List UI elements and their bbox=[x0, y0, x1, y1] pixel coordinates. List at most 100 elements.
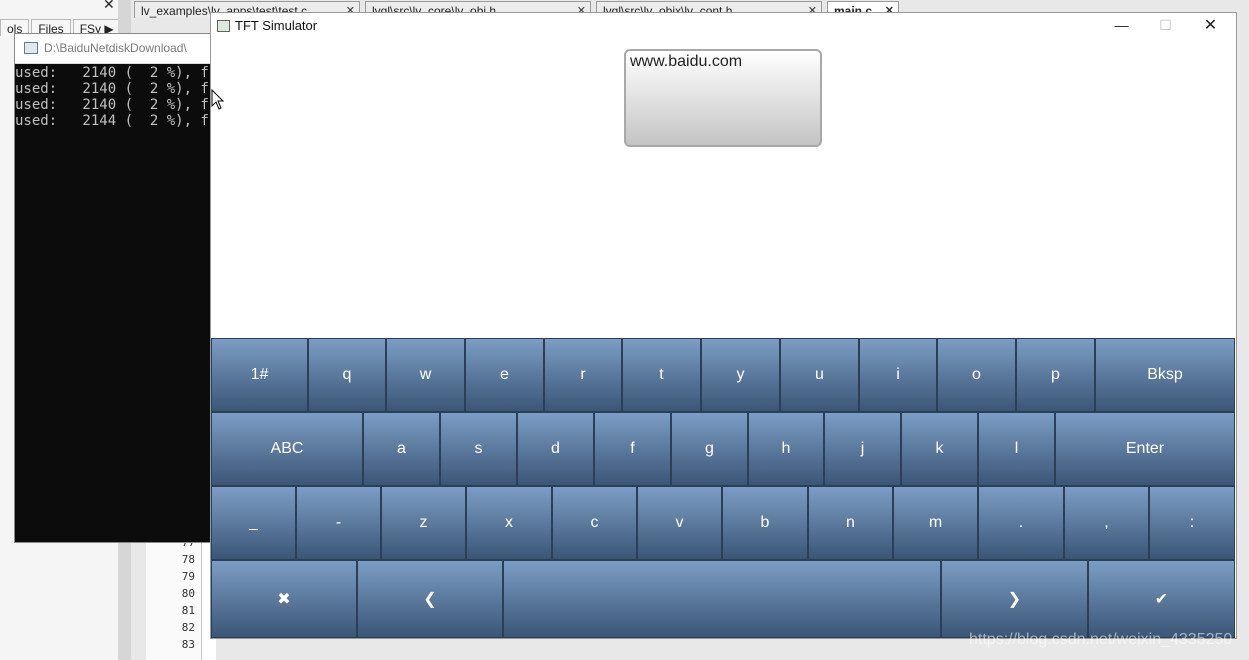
key-label: Bksp bbox=[1147, 366, 1183, 383]
simulator-title-bar[interactable]: TFT Simulator — ☐ ✕ bbox=[211, 13, 1236, 38]
key-j[interactable]: j bbox=[824, 412, 901, 486]
key-label: s bbox=[474, 440, 483, 457]
key-t[interactable]: t bbox=[622, 338, 701, 412]
key-space[interactable] bbox=[503, 560, 941, 638]
key-o[interactable]: o bbox=[937, 338, 1016, 412]
key-label: y bbox=[736, 366, 745, 383]
key-backspace[interactable]: Bksp bbox=[1095, 338, 1235, 412]
key-label: _ bbox=[249, 514, 258, 531]
key-abc[interactable]: ABC bbox=[211, 412, 363, 486]
key-label: t bbox=[659, 366, 664, 383]
key-colon[interactable]: : bbox=[1149, 486, 1235, 560]
key-w[interactable]: w bbox=[386, 338, 465, 412]
key-s[interactable]: s bbox=[440, 412, 517, 486]
check-icon: ✔ bbox=[1154, 591, 1169, 608]
key-u[interactable]: u bbox=[780, 338, 859, 412]
key-label: e bbox=[500, 366, 509, 383]
key-label: x bbox=[505, 514, 513, 531]
key-f[interactable]: f bbox=[594, 412, 671, 486]
key-label: Enter bbox=[1125, 440, 1165, 457]
key-period[interactable]: . bbox=[978, 486, 1064, 560]
line-number: 83 bbox=[181, 638, 195, 651]
key-h[interactable]: h bbox=[748, 412, 824, 486]
key-close[interactable]: ✖ bbox=[211, 560, 357, 638]
key-left[interactable]: ❮ bbox=[357, 560, 503, 638]
key-a[interactable]: a bbox=[363, 412, 440, 486]
key-c[interactable]: c bbox=[552, 486, 637, 560]
key-label: a bbox=[397, 440, 406, 457]
key-label: : bbox=[1189, 514, 1195, 531]
key-label: - bbox=[335, 514, 342, 531]
line-number: 81 bbox=[181, 604, 195, 617]
key-underscore[interactable]: _ bbox=[211, 486, 296, 560]
maximize-icon[interactable]: ☐ bbox=[1143, 13, 1188, 38]
key-label: h bbox=[781, 440, 791, 457]
key-i[interactable]: i bbox=[859, 338, 937, 412]
console-title: D:\BaiduNetdiskDownload\ bbox=[44, 41, 187, 55]
key-q[interactable]: q bbox=[308, 338, 386, 412]
key-label: ABC bbox=[270, 440, 304, 457]
key-label: m bbox=[928, 514, 943, 531]
close-icon[interactable]: ✕ bbox=[1188, 13, 1233, 38]
console-app-icon bbox=[24, 42, 38, 54]
key-label: c bbox=[590, 514, 599, 531]
key-label: p bbox=[1051, 366, 1060, 383]
key-comma[interactable]: , bbox=[1064, 486, 1149, 560]
key-label: i bbox=[896, 366, 900, 383]
keyboard-row: ✖ ❮ ❯ ✔ bbox=[211, 560, 1235, 638]
line-number: 78 bbox=[181, 553, 195, 566]
key-right[interactable]: ❯ bbox=[941, 560, 1088, 638]
on-screen-keyboard: 1# q w e r t y u i o p Bksp ABC a s d f g h j k l Enter _ - z x c… bbox=[211, 338, 1235, 638]
keyboard-row: 1# q w e r t y u i o p Bksp bbox=[211, 338, 1235, 412]
console-line: used: 2144 ( 2 %), fra bbox=[15, 113, 226, 129]
console-window[interactable]: D:\BaiduNetdiskDownload\ used: 2140 ( 2 … bbox=[14, 33, 234, 543]
key-d[interactable]: d bbox=[517, 412, 594, 486]
watermark: https://blog.csdn.net/weixin_4335250 bbox=[969, 631, 1233, 648]
key-ok[interactable]: ✔ bbox=[1088, 560, 1235, 638]
key-e[interactable]: e bbox=[465, 338, 544, 412]
key-label: u bbox=[815, 366, 824, 383]
key-label: j bbox=[860, 440, 865, 457]
key-label: , bbox=[1104, 514, 1109, 531]
console-line: used: 2140 ( 2 %), fra bbox=[15, 81, 226, 97]
line-number: 79 bbox=[181, 570, 195, 583]
key-b[interactable]: b bbox=[722, 486, 808, 560]
key-x[interactable]: x bbox=[466, 486, 552, 560]
key-p[interactable]: p bbox=[1016, 338, 1095, 412]
key-g[interactable]: g bbox=[671, 412, 748, 486]
key-n[interactable]: n bbox=[808, 486, 893, 560]
key-dash[interactable]: - bbox=[296, 486, 381, 560]
line-number: 80 bbox=[181, 587, 195, 600]
key-y[interactable]: y bbox=[701, 338, 780, 412]
key-label: f bbox=[630, 440, 635, 457]
key-label: k bbox=[935, 440, 944, 457]
url-textarea[interactable]: www.baidu.com bbox=[624, 49, 822, 147]
window-title: TFT Simulator bbox=[235, 18, 318, 33]
key-m[interactable]: m bbox=[893, 486, 978, 560]
minimize-icon[interactable]: — bbox=[1099, 13, 1144, 38]
line-number: 82 bbox=[181, 621, 195, 634]
console-title-bar[interactable]: D:\BaiduNetdiskDownload\ bbox=[15, 34, 233, 64]
key-label: 1# bbox=[250, 366, 269, 383]
key-label: v bbox=[675, 514, 684, 531]
key-label: r bbox=[580, 366, 586, 383]
key-l[interactable]: l bbox=[978, 412, 1055, 486]
simulator-window[interactable]: TFT Simulator — ☐ ✕ www.baidu.com 1# q w e r… bbox=[210, 12, 1237, 639]
close-icon[interactable]: ✕ bbox=[103, 0, 115, 13]
console-line: used: 2140 ( 2 %), fra bbox=[15, 97, 226, 113]
key-enter[interactable]: Enter bbox=[1055, 412, 1235, 486]
key-z[interactable]: z bbox=[381, 486, 466, 560]
key-label: . bbox=[1018, 514, 1024, 531]
key-label: z bbox=[419, 514, 428, 531]
app-icon bbox=[217, 20, 230, 32]
key-v[interactable]: v bbox=[637, 486, 722, 560]
key-label: q bbox=[342, 366, 352, 383]
close-icon: ✖ bbox=[277, 591, 291, 608]
key-k[interactable]: k bbox=[901, 412, 978, 486]
key-label: b bbox=[760, 514, 770, 531]
textarea-value: www.baidu.com bbox=[630, 53, 743, 70]
key-label: w bbox=[419, 366, 432, 383]
key-1-hash[interactable]: 1# bbox=[211, 338, 308, 412]
chevron-right-icon: ❯ bbox=[1007, 591, 1022, 608]
key-r[interactable]: r bbox=[544, 338, 622, 412]
